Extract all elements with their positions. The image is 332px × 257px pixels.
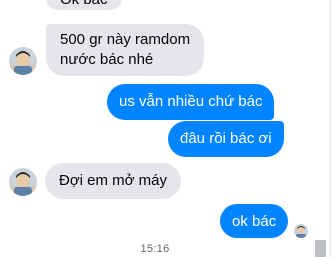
chat-message-list[interactable]: Ok bác 500 gr này ramdom nước bác nhé us… xyxy=(0,0,310,257)
seen-avatar-icon xyxy=(294,224,308,238)
contact-avatar[interactable] xyxy=(9,47,37,75)
message-text: đâu rồi bác ơi xyxy=(180,130,272,147)
message-text-line: 500 gr này ramdom xyxy=(60,31,191,48)
avatar-photo-icon xyxy=(9,47,37,75)
message-text: Đợi em mở máy xyxy=(59,172,168,189)
message-timestamp: 15:16 xyxy=(140,243,170,255)
contact-avatar[interactable] xyxy=(9,168,37,196)
avatar-photo-icon xyxy=(9,168,37,196)
message-bubble-outgoing[interactable]: ok bác xyxy=(220,204,289,238)
message-text-line: nước bác nhé xyxy=(60,51,154,68)
message-bubble-outgoing[interactable]: us vẫn nhiều chứ bác xyxy=(107,84,275,120)
message-bubble-incoming[interactable]: 500 gr này ramdom nước bác nhé xyxy=(46,24,205,76)
chat-scrollbar[interactable] xyxy=(310,0,332,257)
message-bubble-incoming[interactable]: Đợi em mở máy xyxy=(45,163,182,199)
message-text: ok bác xyxy=(232,213,277,230)
message-text: us vẫn nhiều chứ bác xyxy=(119,93,263,110)
scrollbar-thumb[interactable] xyxy=(315,240,326,257)
message-bubble-outgoing[interactable]: đâu rồi bác ơi xyxy=(168,121,284,157)
message-bubble-incoming[interactable]: Ok bác xyxy=(46,0,122,10)
message-text: Ok bác xyxy=(60,0,108,8)
scrollbar-track xyxy=(330,0,331,257)
